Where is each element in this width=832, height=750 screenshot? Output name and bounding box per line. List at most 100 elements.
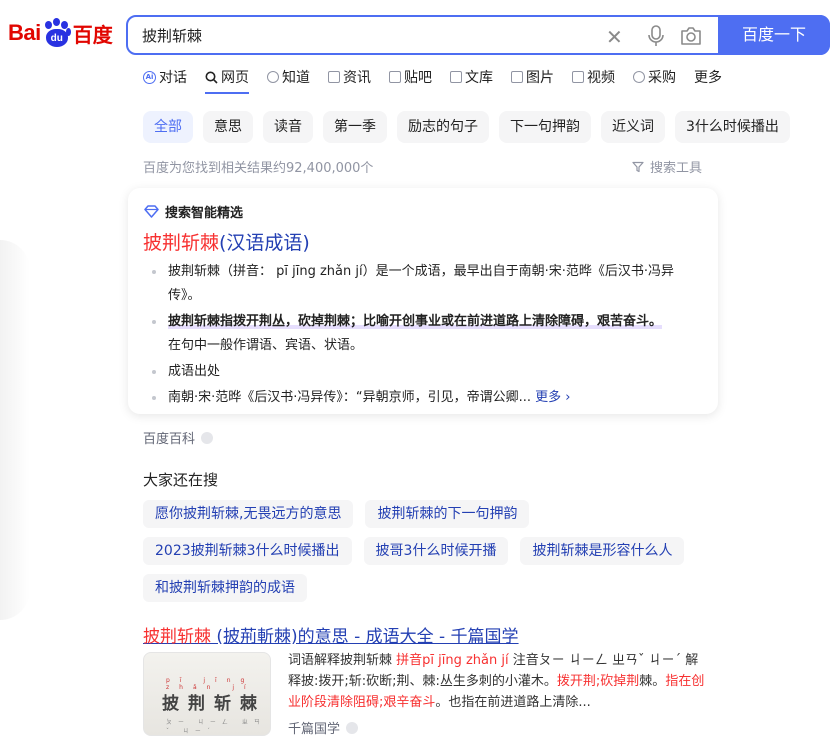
filter-icon bbox=[632, 161, 644, 172]
title-highlight: 披荆斩棘 bbox=[143, 627, 211, 647]
tab-label: 对话 bbox=[159, 70, 187, 86]
related-row: 和披荆斩棘押韵的成语 bbox=[143, 574, 319, 602]
search-input[interactable] bbox=[142, 26, 582, 44]
item-text: 披荆斩棘（拼音： pī jīng zhǎn jí）是一个成语，最早出自于南朝·宋… bbox=[168, 264, 674, 303]
chip-pronunciation[interactable]: 读音 bbox=[263, 111, 313, 143]
search-button[interactable]: 百度一下 bbox=[718, 15, 830, 55]
tab-images[interactable]: 图片 bbox=[511, 68, 554, 86]
filter-chips: 全部 意思 读音 第一季 励志的句子 下一句押韵 近义词 3什么时候播出 bbox=[143, 111, 800, 143]
title-highlight: 披荆斩棘 bbox=[143, 232, 220, 254]
thumb-bopomofo: ㄆㄧ ㄐㄧㄥ ㄓㄢˇ ㄐㄧˊ bbox=[166, 719, 266, 735]
tab-wenku[interactable]: 文库 bbox=[450, 68, 493, 86]
source-info-icon[interactable] bbox=[346, 721, 359, 734]
result-count: 百度为您找到相关结果约92,400,000个 bbox=[143, 161, 374, 176]
source-label: 百度百科 bbox=[143, 432, 196, 447]
result-source[interactable]: 千篇国学 bbox=[288, 718, 359, 737]
chip-season-one[interactable]: 第一季 bbox=[323, 111, 387, 143]
logo-text-cn: 百度 bbox=[72, 22, 113, 47]
search-tools-label: 搜索工具 bbox=[650, 161, 703, 176]
chip-synonyms[interactable]: 近义词 bbox=[601, 111, 665, 143]
related-query[interactable]: 2023披荆斩棘3什么时候播出 bbox=[143, 537, 352, 565]
card-header-label: 搜索智能精选 bbox=[165, 206, 244, 221]
document-icon bbox=[450, 71, 462, 83]
source-info-icon[interactable] bbox=[201, 431, 214, 444]
ai-chat-icon: Ai bbox=[143, 70, 156, 84]
tab-tieba[interactable]: 贴吧 bbox=[389, 68, 432, 86]
also-search-title: 大家还在搜 bbox=[143, 471, 219, 489]
image-icon bbox=[511, 71, 523, 83]
chip-all[interactable]: 全部 bbox=[143, 111, 193, 143]
logo-text-du: du bbox=[45, 29, 68, 47]
logo-text-bai: Bai bbox=[8, 20, 41, 45]
tab-dialog[interactable]: Ai 对话 bbox=[143, 68, 187, 86]
source-label: 千篇国学 bbox=[288, 722, 341, 737]
tab-label: 更多 bbox=[694, 70, 722, 86]
smart-answer-card: 搜索智能精选 披荆斩棘(汉语成语) 披荆斩棘（拼音： pī jīng zhǎn … bbox=[128, 188, 718, 414]
list-item: 披荆斩棘（拼音： pī jīng zhǎn jí）是一个成语，最早出自于南朝·宋… bbox=[150, 260, 702, 308]
related-query[interactable]: 愿你披荆斩棘,无畏远方的意思 bbox=[143, 500, 354, 528]
list-item: 披荆斩棘指拨开荆丛，砍掉荆棘；比喻开创事业或在前进道路上清除障碍，艰苦奋斗。 在句… bbox=[150, 310, 702, 358]
video-icon bbox=[572, 71, 584, 83]
diamond-icon bbox=[144, 205, 159, 218]
more-link[interactable]: 更多 › bbox=[535, 390, 570, 405]
search-icon bbox=[205, 71, 218, 84]
item-strong-text: 披荆斩棘指拨开荆丛，砍掉荆棘；比喻开创事业或在前进道路上清除障碍，艰苦奋斗。 bbox=[168, 314, 663, 329]
chip-meaning[interactable]: 意思 bbox=[203, 111, 253, 143]
search-box: ✕ 百度一下 bbox=[126, 15, 830, 55]
related-row: 2023披荆斩棘3什么时候播出 披哥3什么时候开播 披荆斩棘是形容什么人 bbox=[143, 537, 696, 565]
tab-more[interactable]: 更多 bbox=[694, 68, 722, 86]
item-text: 在句中一般作谓语、宾语、状语。 bbox=[168, 338, 364, 353]
nav-tabs: Ai 对话 网页 知道 资讯 贴吧 文库 图片 视频 采购 更多 bbox=[143, 68, 740, 94]
chip-quotes[interactable]: 励志的句子 bbox=[397, 111, 489, 143]
tab-label: 知道 bbox=[282, 70, 310, 86]
card-list: 披荆斩棘（拼音： pī jīng zhǎn jí）是一个成语，最早出自于南朝·宋… bbox=[150, 260, 702, 412]
news-icon bbox=[328, 71, 340, 83]
result-snippet: 词语解释披荆斩棘 拼音pī jīng zhǎn jí 注音ㄆㄧ ㄐㄧㄥ ㄓㄢˇ … bbox=[288, 650, 706, 713]
tab-label: 文库 bbox=[465, 70, 493, 86]
card-title-link[interactable]: 披荆斩棘(汉语成语) bbox=[143, 228, 310, 255]
item-text: 成语出处 bbox=[168, 364, 221, 379]
snippet-highlight: 拨开荆;砍掉荆 bbox=[556, 674, 640, 689]
snippet-highlight: 拼音pī jīng zhǎn jí bbox=[396, 653, 509, 668]
microphone-icon[interactable] bbox=[646, 25, 666, 47]
baidu-logo[interactable]: Bai du 百度 bbox=[8, 18, 113, 48]
result-title-link[interactable]: 披荆斩棘 (披荊斬棘)的意思 - 成语大全 - 千篇国学 bbox=[143, 622, 519, 647]
paw-icon: du bbox=[42, 18, 72, 48]
title-rest: (披荊斬棘)的意思 - 成语大全 - 千篇国学 bbox=[211, 627, 519, 647]
tab-news[interactable]: 资讯 bbox=[328, 68, 371, 86]
card-source[interactable]: 百度百科 bbox=[143, 428, 214, 447]
tieba-icon bbox=[389, 71, 401, 83]
tab-purchase[interactable]: 采购 bbox=[633, 68, 676, 86]
snippet-text: 词语解释披荆斩棘 bbox=[288, 653, 397, 668]
snippet-text: 棘。 bbox=[639, 674, 666, 689]
question-icon bbox=[267, 71, 279, 83]
tab-web[interactable]: 网页 bbox=[205, 68, 249, 94]
related-query[interactable]: 披荆斩棘的下一句押韵 bbox=[365, 500, 530, 528]
tab-label: 采购 bbox=[648, 70, 676, 86]
search-tools-button[interactable]: 搜索工具 bbox=[632, 157, 702, 176]
related-query[interactable]: 披哥3什么时候开播 bbox=[363, 537, 509, 565]
thumb-characters: 披荆斩棘 bbox=[162, 694, 266, 714]
result-thumbnail[interactable]: pī jīng zhǎn jí 披荆斩棘 ㄆㄧ ㄐㄧㄥ ㄓㄢˇ ㄐㄧˊ bbox=[143, 652, 271, 736]
tab-video[interactable]: 视频 bbox=[572, 68, 615, 86]
camera-icon[interactable] bbox=[680, 26, 702, 46]
list-item: 成语出处 bbox=[150, 360, 702, 384]
tab-label: 视频 bbox=[587, 70, 615, 86]
tab-label: 贴吧 bbox=[404, 70, 432, 86]
list-item: 南朝·宋·范晔《后汉书·冯异传》：“异朝京师，引见，帝谓公卿... 更多 › bbox=[150, 386, 702, 410]
tab-label: 网页 bbox=[221, 70, 249, 86]
related-query[interactable]: 和披荆斩棘押韵的成语 bbox=[143, 574, 307, 602]
item-text: 南朝·宋·范晔《后汉书·冯异传》：“异朝京师，引见，帝谓公卿... bbox=[168, 390, 532, 405]
card-header: 搜索智能精选 bbox=[144, 202, 243, 221]
tab-label: 资讯 bbox=[343, 70, 371, 86]
related-query[interactable]: 披荆斩棘是形容什么人 bbox=[520, 537, 685, 565]
clear-icon[interactable]: ✕ bbox=[606, 25, 623, 49]
related-row: 愿你披荆斩棘,无畏远方的意思 披荆斩棘的下一句押韵 bbox=[143, 500, 541, 528]
cart-icon bbox=[633, 71, 645, 83]
tab-label: 图片 bbox=[526, 70, 554, 86]
left-edge-shadow bbox=[0, 240, 30, 620]
chip-next-line[interactable]: 下一句押韵 bbox=[499, 111, 591, 143]
chip-airdate[interactable]: 3什么时候播出 bbox=[675, 111, 790, 143]
title-rest: (汉语成语) bbox=[219, 232, 310, 254]
tab-zhidao[interactable]: 知道 bbox=[267, 68, 310, 86]
